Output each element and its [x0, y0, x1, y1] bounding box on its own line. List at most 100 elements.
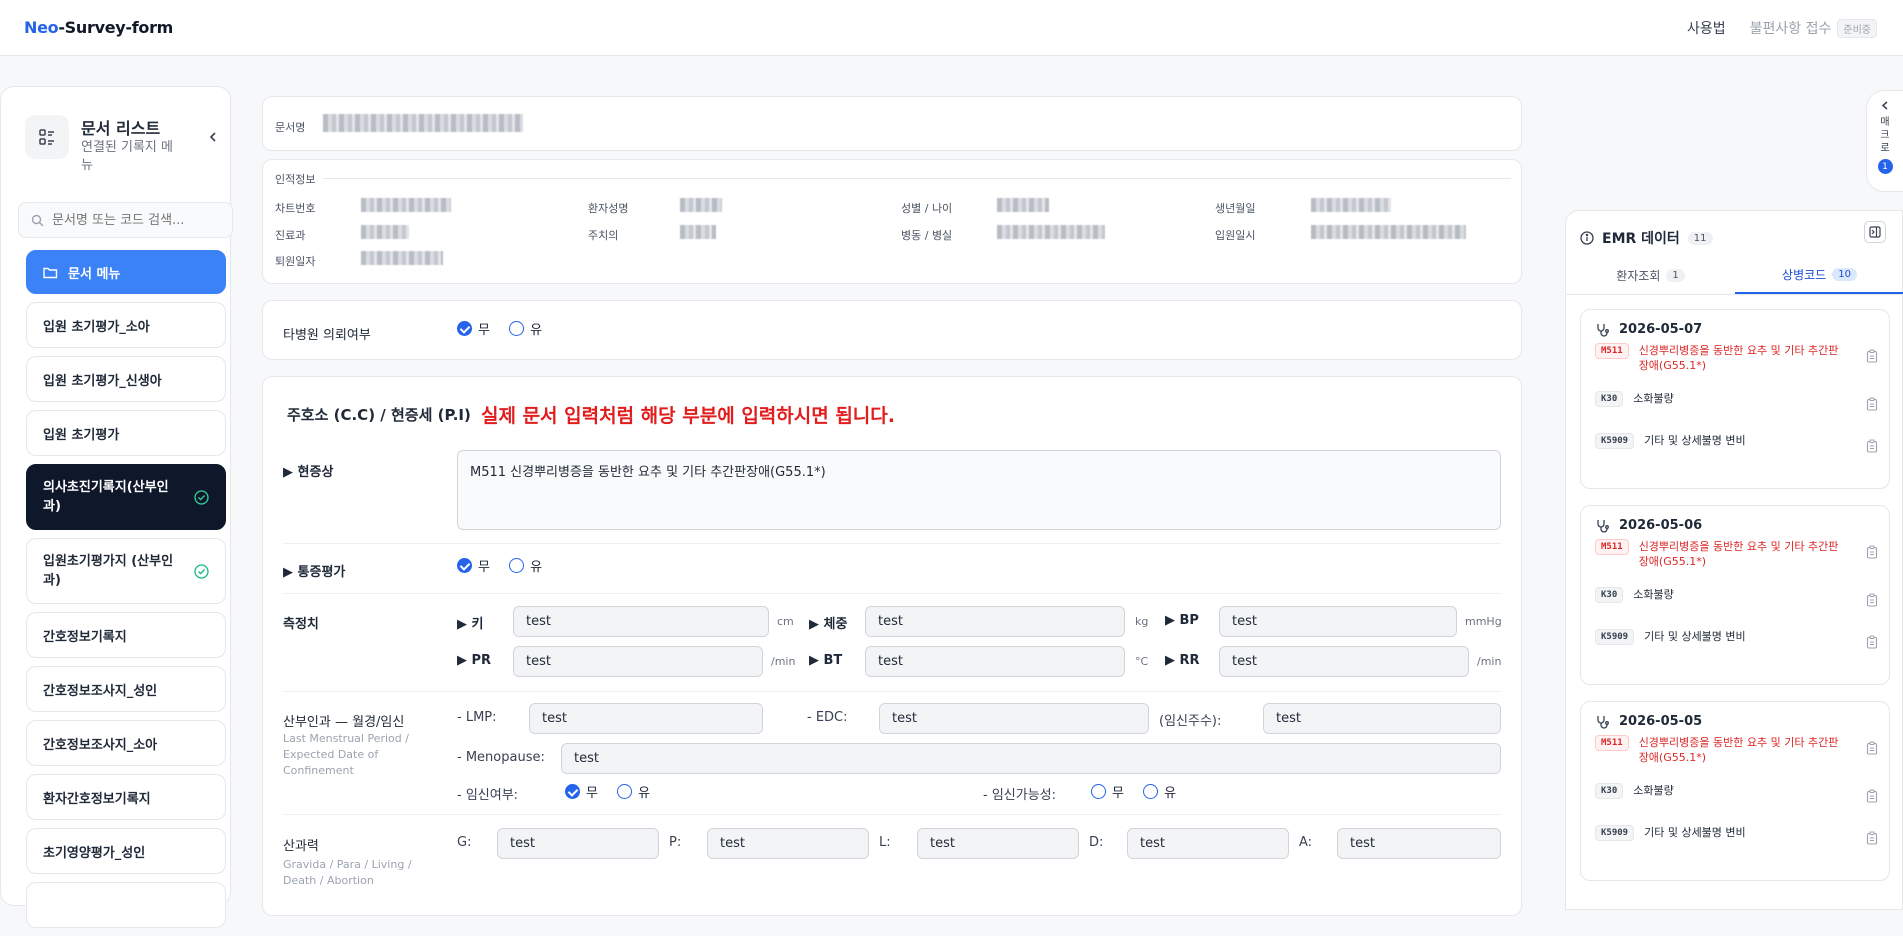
sidebar-item-nursing-info-record[interactable]: 간호정보기록지 [26, 612, 226, 658]
sidebar-item-pediatric-admission[interactable]: 입원 초기평가_소아 [26, 302, 226, 348]
sidebar-item-nursing-survey-child[interactable]: 간호정보조사지_소아 [26, 720, 226, 766]
bp-input[interactable] [1219, 606, 1457, 637]
emr-header: EMR 데이터 11 [1580, 223, 1890, 253]
bt-input[interactable] [865, 646, 1125, 677]
tab-count-badge: 1 [1666, 269, 1685, 282]
menopause-input[interactable] [561, 743, 1501, 774]
sidebar-item-label: 환자간호정보기록지 [43, 791, 151, 807]
abortion-input[interactable] [1337, 828, 1501, 859]
report-link[interactable]: 불편사항 접수 준비중 [1750, 18, 1877, 38]
input-notice: 실제 문서 입력처럼 해당 부분에 입력하시면 됩니다. [481, 405, 895, 427]
report-label: 불편사항 접수 [1749, 21, 1832, 37]
clipboard-copy-icon[interactable] [1865, 439, 1879, 453]
document-list: 문서 메뉴 입원 초기평가_소아 입원 초기평가_신생아 입원 초기평가 의사초… [26, 250, 226, 936]
sidebar-item-physician-initial-record[interactable]: 의사초진기록지(산부인과) [26, 464, 226, 530]
prep-badge: 준비중 [1837, 18, 1877, 38]
gestational-age-input[interactable] [1263, 703, 1501, 734]
emr-title: EMR 데이터 [1602, 231, 1680, 247]
edc-input[interactable] [879, 703, 1149, 734]
tab-label: 환자조회 [1616, 269, 1661, 283]
diagnosis-description: 신경뿌리병증을 동반한 요추 및 기타 추간판장애(G55.1*) [1638, 344, 1839, 372]
diagnosis-code: K5909 [1595, 629, 1635, 645]
pregnant-label: - 임신여부: [457, 788, 519, 803]
diagnosis-code: M511 [1595, 735, 1629, 751]
sidebar-item-label: 문서 메뉴 [68, 266, 121, 282]
ward-room-label: 병동 / 병실 [901, 229, 953, 242]
sidebar-item-document-menu[interactable]: 문서 메뉴 [26, 250, 226, 294]
app-logo[interactable]: Neo-Survey-form [24, 18, 173, 37]
bt-unit: °C [1135, 655, 1149, 668]
gestational-age-label: (임신주수): [1159, 714, 1222, 729]
pregnant-radio-no[interactable]: 무 [565, 782, 598, 801]
lmp-input[interactable] [529, 703, 763, 734]
diagnosis-code: K30 [1595, 391, 1624, 407]
diagnosis-code-row[interactable]: K5909 기타 및 상세불명 변비 [1595, 433, 1881, 449]
possibility-radio-no[interactable]: 무 [1091, 782, 1124, 801]
pregnancy-possibility-label: - 임신가능성: [983, 788, 1057, 803]
usage-link[interactable]: 사용법 [1687, 18, 1726, 38]
doctor-value [680, 225, 716, 239]
diagnosis-code: K30 [1595, 783, 1624, 799]
symptom-textarea[interactable]: M511 신경뿌리병증을 동반한 요추 및 기타 추간판장애(G55.1*) [457, 450, 1501, 530]
transfer-radio-no[interactable]: 무 [457, 319, 490, 338]
sidebar-item-nursing-survey-adult[interactable]: 간호정보조사지_성인 [26, 666, 226, 712]
document-search-box[interactable] [18, 202, 233, 238]
diagnosis-code-row[interactable]: M511 신경뿌리병증을 동반한 요추 및 기타 추간판장애(G55.1*) [1595, 735, 1881, 765]
macro-tab[interactable]: 매크로 1 [1866, 90, 1903, 192]
clipboard-copy-icon[interactable] [1865, 397, 1879, 411]
tab-patient-lookup[interactable]: 환자조회 1 [1566, 257, 1735, 294]
clipboard-copy-icon[interactable] [1865, 593, 1879, 607]
sidebar-title: 문서 리스트 [81, 119, 161, 138]
sex-age-value [997, 198, 1049, 212]
diagnosis-code-row[interactable]: K30 소화불량 [1595, 587, 1881, 603]
death-input[interactable] [1127, 828, 1289, 859]
height-input[interactable] [513, 606, 769, 637]
sidebar-item-label: 입원 초기평가_소아 [43, 319, 150, 335]
pr-input[interactable] [513, 646, 763, 677]
admit-date-label: 입원일시 [1215, 229, 1256, 242]
diagnosis-code-row[interactable]: M511 신경뿌리병증을 동반한 요추 및 기타 추간판장애(G55.1*) [1595, 539, 1881, 569]
possibility-radio-yes[interactable]: 유 [1143, 782, 1176, 801]
clipboard-copy-icon[interactable] [1865, 635, 1879, 649]
living-input[interactable] [917, 828, 1079, 859]
emr-panel-toggle-button[interactable] [1864, 221, 1886, 243]
diagnosis-code-row[interactable]: K5909 기타 및 상세불명 변비 [1595, 825, 1881, 841]
pain-radio-yes[interactable]: 유 [509, 556, 542, 575]
birth-value [1311, 198, 1391, 212]
living-label: L: [879, 835, 891, 850]
pain-radio-no[interactable]: 무 [457, 556, 490, 575]
rr-input[interactable] [1219, 646, 1469, 677]
diagnosis-code-row[interactable]: M511 신경뿌리병증을 동반한 요추 및 기타 추간판장애(G55.1*) [1595, 343, 1881, 373]
clipboard-copy-icon[interactable] [1865, 831, 1879, 845]
diagnosis-code: K30 [1595, 587, 1624, 603]
para-input[interactable] [707, 828, 869, 859]
top-bar: Neo-Survey-form 사용법 불편사항 접수 준비중 [0, 0, 1903, 56]
sidebar-item-patient-nursing-record[interactable]: 환자간호정보기록지 [26, 774, 226, 820]
divider [283, 593, 1501, 594]
gravida-input[interactable] [497, 828, 659, 859]
sidebar-item-ob-admission-assessment[interactable]: 입원초기평가지 (산부인과) [26, 538, 226, 604]
clipboard-copy-icon[interactable] [1865, 545, 1879, 559]
pregnant-radio-yes[interactable]: 유 [617, 782, 650, 801]
sidebar-header: 문서 리스트 연결된 기록지 메뉴 [25, 115, 216, 185]
tab-label: 상병코드 [1782, 268, 1827, 282]
diagnosis-code-row[interactable]: K30 소화불량 [1595, 783, 1881, 799]
weight-input[interactable] [865, 606, 1125, 637]
pain-label: ▶ 통증평가 [283, 565, 346, 580]
sidebar-collapse-button[interactable] [205, 129, 221, 145]
transfer-radio-yes[interactable]: 유 [509, 319, 542, 338]
sidebar-item-neonatal-admission[interactable]: 입원 초기평가_신생아 [26, 356, 226, 402]
sidebar-item-admission-assessment[interactable]: 입원 초기평가 [26, 410, 226, 456]
edc-label: - EDC: [807, 710, 848, 725]
clipboard-copy-icon[interactable] [1865, 349, 1879, 363]
diagnosis-code-row[interactable]: K5909 기타 및 상세불명 변비 [1595, 629, 1881, 645]
tab-diagnosis-codes[interactable]: 상병코드 10 [1735, 257, 1903, 294]
clipboard-copy-icon[interactable] [1865, 741, 1879, 755]
clipboard-copy-icon[interactable] [1865, 789, 1879, 803]
gravida-label: G: [457, 835, 472, 850]
document-search-input[interactable] [52, 212, 212, 228]
document-list-icon [25, 115, 69, 159]
diagnosis-code-row[interactable]: K30 소화불량 [1595, 391, 1881, 407]
sidebar-item-more[interactable] [26, 882, 226, 928]
sidebar-item-nutrition-assessment-adult[interactable]: 초기영양평가_성인 [26, 828, 226, 874]
